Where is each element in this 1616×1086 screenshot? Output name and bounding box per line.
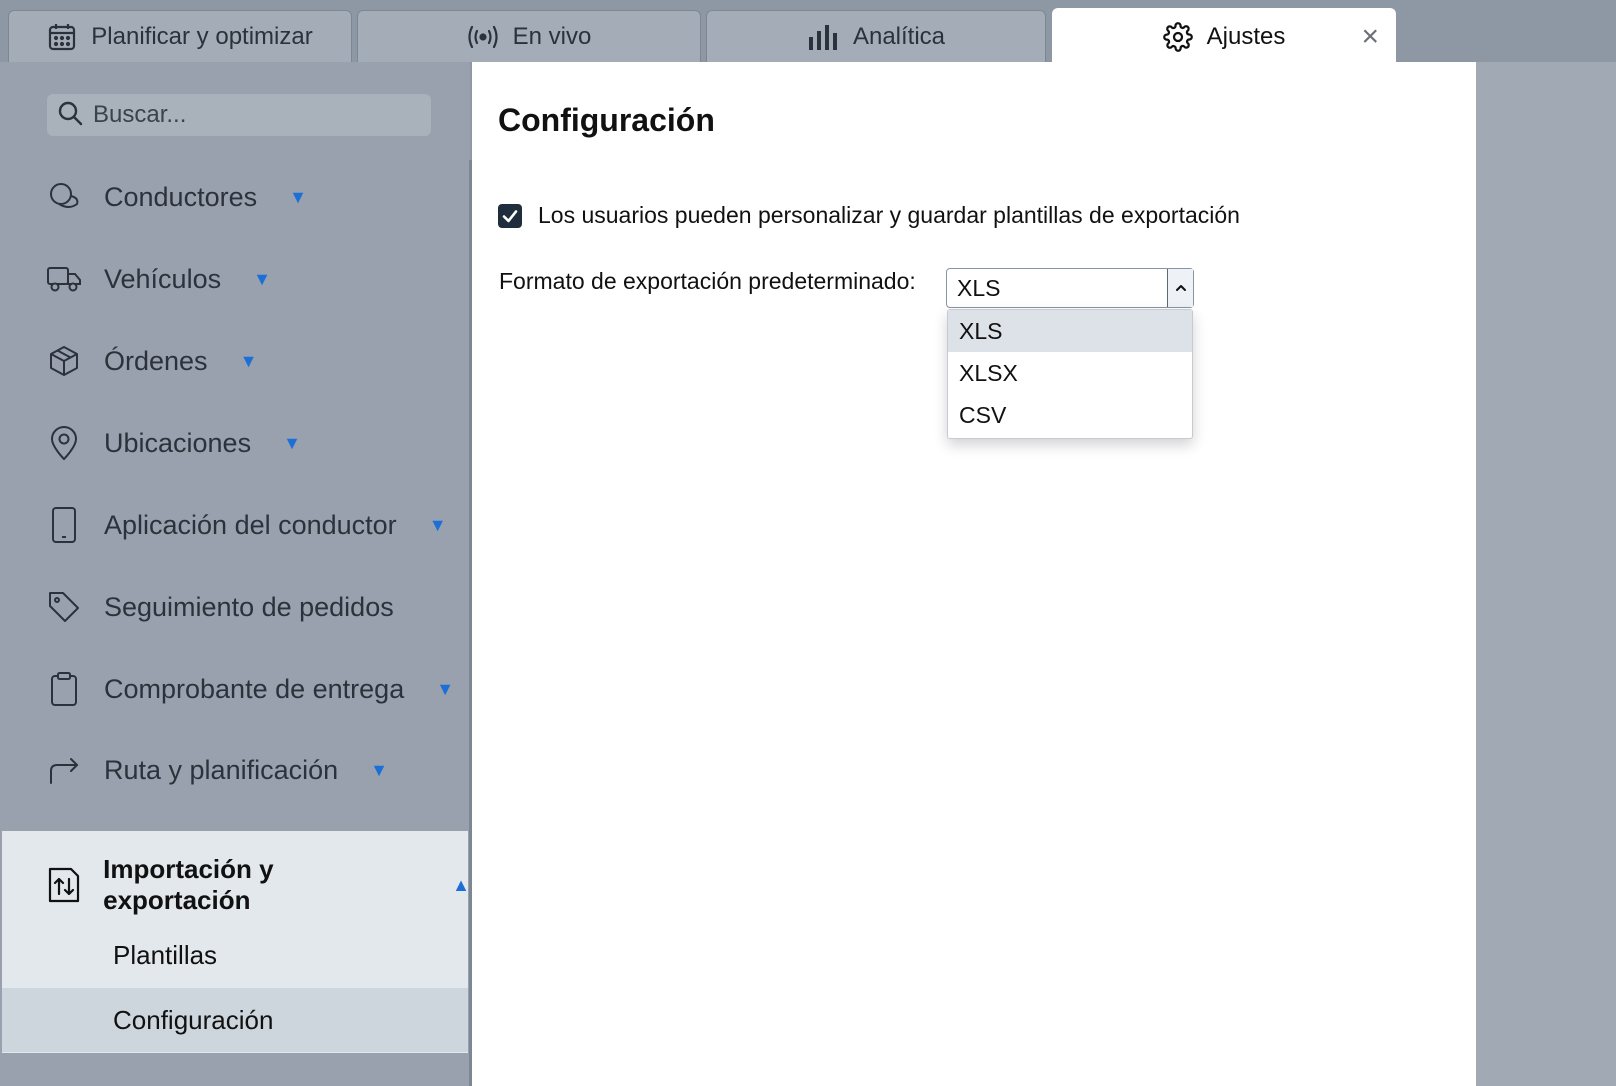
phone-icon bbox=[46, 507, 82, 543]
sidebar-item-aplicacion-conductor[interactable]: Aplicación del conductor ▼ bbox=[0, 495, 470, 555]
close-icon[interactable]: × bbox=[1361, 21, 1379, 52]
calendar-icon bbox=[47, 22, 77, 52]
tab-label: Ajustes bbox=[1206, 22, 1286, 50]
route-arrow-icon bbox=[46, 752, 82, 788]
caret-down-icon: ▼ bbox=[239, 350, 258, 371]
tab-bar: Planificar y optimizar En vivo Analítica… bbox=[0, 0, 1616, 64]
sidebar-item-seguimiento-pedidos[interactable]: Seguimiento de pedidos bbox=[0, 577, 470, 637]
sidebar-item-label: Aplicación del conductor bbox=[104, 509, 397, 540]
caret-down-icon: ▼ bbox=[370, 759, 388, 780]
sidebar-group-importacion-exportacion: Importación y exportación ▲ Plantillas Co… bbox=[0, 831, 470, 1053]
sidebar-item-label: Importación y exportación bbox=[103, 854, 274, 915]
tab-ajustes[interactable]: Ajustes × bbox=[1052, 8, 1396, 64]
sidebar-item-label: Conductores bbox=[104, 181, 258, 212]
sidebar-item-label: Ruta y planificación bbox=[104, 754, 339, 785]
sidebar: Conductores ▼ Vehículos ▼ bbox=[0, 62, 470, 1086]
search-icon bbox=[57, 100, 83, 131]
sidebar-item-ruta-planificacion[interactable]: Ruta y planificación ▼ bbox=[0, 740, 470, 800]
export-format-row: Formato de exportación predeterminado: bbox=[499, 268, 916, 295]
tab-analitica[interactable]: Analítica bbox=[706, 10, 1046, 62]
customize-templates-checkbox[interactable] bbox=[498, 203, 522, 228]
caret-down-icon: ▼ bbox=[253, 268, 271, 289]
sidebar-subitem-label: Plantillas bbox=[113, 939, 218, 970]
checkbox-label: Los usuarios pueden personalizar y guard… bbox=[538, 202, 1240, 228]
right-backdrop bbox=[1476, 62, 1616, 1086]
export-format-select[interactable]: XLS bbox=[946, 268, 1194, 308]
chevron-up-icon[interactable] bbox=[1167, 269, 1193, 307]
app-window: Planificar y optimizar En vivo Analítica… bbox=[0, 0, 1616, 1086]
search-input[interactable] bbox=[93, 101, 413, 129]
sidebar-subitem-label: Configuración bbox=[113, 1004, 274, 1035]
tab-planificar[interactable]: Planificar y optimizar bbox=[8, 10, 352, 62]
sidebar-item-label: Ubicaciones bbox=[104, 427, 252, 458]
dropdown-option-xls[interactable]: XLS bbox=[948, 310, 1192, 352]
live-signal-icon bbox=[467, 25, 499, 49]
sidebar-subitem-configuracion[interactable]: Configuración bbox=[2, 988, 468, 1052]
caret-down-icon: ▼ bbox=[436, 678, 455, 699]
select-value: XLS bbox=[957, 274, 1001, 301]
tab-label: Analítica bbox=[852, 22, 946, 50]
settings-panel: Configuración Los usuarios pueden person… bbox=[472, 62, 1476, 1086]
package-icon bbox=[46, 343, 82, 379]
tab-en-vivo[interactable]: En vivo bbox=[357, 10, 701, 62]
caret-down-icon: ▼ bbox=[428, 514, 447, 535]
sidebar-item-label: Vehículos bbox=[104, 263, 222, 294]
location-pin-icon bbox=[46, 425, 82, 461]
gear-icon bbox=[1162, 21, 1193, 52]
export-format-dropdown: XLS XLSX CSV bbox=[947, 309, 1193, 439]
sidebar-item-importacion-exportacion[interactable]: Importación y exportación ▲ bbox=[0, 854, 470, 915]
dropdown-option-csv[interactable]: CSV bbox=[948, 394, 1192, 436]
sidebar-item-ordenes[interactable]: Órdenes ▼ bbox=[0, 331, 470, 391]
sidebar-item-ubicaciones[interactable]: Ubicaciones ▼ bbox=[0, 413, 470, 473]
sidebar-item-label: Comprobante de entrega bbox=[104, 673, 405, 704]
import-export-icon bbox=[46, 867, 81, 903]
sidebar-item-conductores[interactable]: Conductores ▼ bbox=[0, 167, 470, 227]
tab-label: En vivo bbox=[512, 22, 592, 50]
sidebar-subitem-plantillas[interactable]: Plantillas bbox=[2, 923, 468, 987]
sidebar-item-comprobante-entrega[interactable]: Comprobante de entrega ▼ bbox=[0, 659, 470, 719]
caret-down-icon: ▼ bbox=[283, 432, 301, 453]
sidebar-item-vehiculos[interactable]: Vehículos ▼ bbox=[0, 249, 470, 309]
truck-icon bbox=[46, 261, 82, 297]
sidebar-item-label: Seguimiento de pedidos bbox=[104, 591, 394, 622]
customize-templates-option: Los usuarios pueden personalizar y guard… bbox=[498, 202, 1240, 229]
clipboard-icon bbox=[46, 671, 82, 707]
sidebar-item-label: Órdenes bbox=[104, 345, 208, 376]
export-format-label: Formato de exportación predeterminado: bbox=[499, 268, 916, 294]
drivers-icon bbox=[46, 179, 82, 215]
caret-up-icon: ▲ bbox=[452, 874, 470, 895]
dropdown-option-xlsx[interactable]: XLSX bbox=[948, 352, 1192, 394]
bar-chart-icon bbox=[807, 23, 839, 51]
caret-down-icon: ▼ bbox=[289, 186, 307, 207]
search-box[interactable] bbox=[47, 94, 431, 136]
tag-icon bbox=[46, 589, 82, 625]
page-title: Configuración bbox=[498, 102, 715, 138]
tab-label: Planificar y optimizar bbox=[91, 22, 313, 50]
